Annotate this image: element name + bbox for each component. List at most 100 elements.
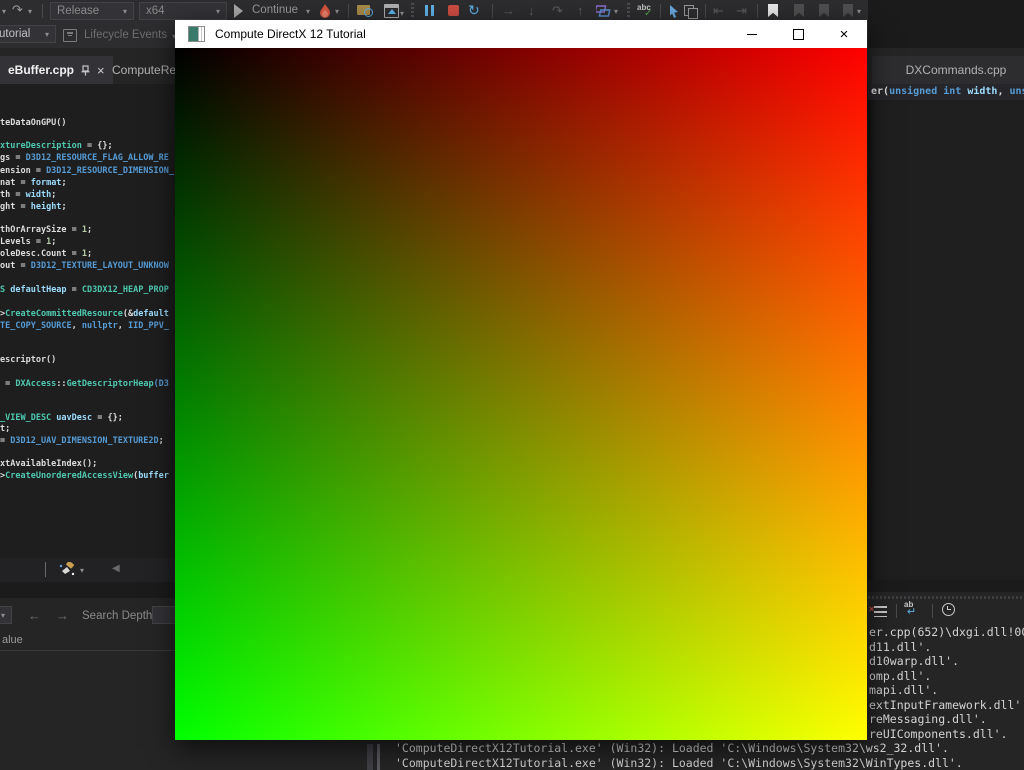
lifecycle-events-icon xyxy=(63,29,77,42)
continue-play-icon[interactable] xyxy=(234,4,243,18)
clear-x-icon: × xyxy=(869,604,874,614)
code-line: escriptor() xyxy=(0,355,56,365)
chevron-down-icon[interactable]: ▾ xyxy=(2,7,6,16)
minimize-button[interactable] xyxy=(729,20,775,48)
bookmark-previous-icon[interactable] xyxy=(794,4,804,17)
code-line: th = width; xyxy=(0,190,56,200)
chevron-down-icon[interactable]: ▾ xyxy=(857,7,861,16)
cursor-pointer-icon[interactable] xyxy=(668,4,680,19)
restart-icon[interactable]: ↻ xyxy=(468,2,480,19)
bookmark-clear-icon[interactable] xyxy=(843,4,853,17)
timestamp-clock-icon[interactable] xyxy=(942,603,955,616)
editor-canvas-left[interactable]: teDataOnGPU()xtureDescription = {};gs = … xyxy=(0,84,176,558)
code-line: TE_COPY_SOURCE, nullptr, IID_PPV_ xyxy=(0,321,169,331)
code-line: = DXAccess::GetDescriptorHeap(D3 xyxy=(0,379,169,389)
code-line: Levels = 1; xyxy=(0,237,56,247)
chevron-down-icon[interactable]: ▾ xyxy=(614,7,618,16)
close-button[interactable]: × xyxy=(821,20,867,48)
redo-icon[interactable]: ↷ xyxy=(12,3,23,16)
chevron-down-icon[interactable]: ▾ xyxy=(400,9,404,18)
vs-toolbar-main: ▾ ↷ ▾ Release▾ x64▾ Continue ▾ ▾ ▾ ↻ → xyxy=(0,0,868,22)
code-line: S defaultHeap = CD3DX12_HEAP_PROP xyxy=(0,285,169,295)
break-all-pause-icon[interactable] xyxy=(425,5,428,16)
tab-label: DXCommands.cpp xyxy=(906,63,1007,77)
code-line: _VIEW_DESC uavDesc = {}; xyxy=(0,413,123,423)
tab-dxcommands-cpp[interactable]: DXCommands.cpp xyxy=(872,56,1024,84)
drag-grip[interactable] xyxy=(860,596,1024,599)
code-line[interactable]: er(unsigned int width, unsigne xyxy=(871,86,1024,97)
show-next-statement-icon[interactable]: → xyxy=(502,4,515,17)
tab-label: ComputeRen xyxy=(112,63,183,77)
indent-increase-icon[interactable]: ⇥ xyxy=(736,4,747,17)
window-title: Compute DirectX 12 Tutorial xyxy=(215,27,366,41)
platform-combo[interactable]: x64▾ xyxy=(139,2,227,20)
value-column-header[interactable]: alue xyxy=(2,634,23,646)
maximize-button[interactable] xyxy=(775,20,821,48)
editor-canvas-right[interactable] xyxy=(868,100,1024,580)
code-line: oleDesc.Count = 1; xyxy=(0,249,92,259)
breakpoint-window-icon[interactable] xyxy=(384,4,399,18)
step-over-icon[interactable]: ↷ xyxy=(552,4,563,17)
code-line: ght = height; xyxy=(0,202,67,212)
release-combo[interactable]: Release▾ xyxy=(50,2,134,20)
scrollbar[interactable] xyxy=(367,744,373,770)
magnifier-icon xyxy=(364,8,373,17)
chevron-down-icon: ▾ xyxy=(123,7,127,16)
scroll-left-icon[interactable]: ◀ xyxy=(112,563,120,574)
tutorial-app-window[interactable]: Compute DirectX 12 Tutorial × xyxy=(175,20,867,740)
indent-decrease-icon[interactable]: ⇤ xyxy=(713,4,724,17)
window-titlebar[interactable]: Compute DirectX 12 Tutorial × xyxy=(175,20,867,48)
diagnostics-icon[interactable] xyxy=(596,4,611,18)
break-all-pause-icon[interactable] xyxy=(431,5,434,16)
code-line: out = D3D12_TEXTURE_LAYOUT_UNKNOW xyxy=(0,261,169,271)
chevron-down-icon: ▾ xyxy=(216,7,220,16)
app-icon xyxy=(188,26,205,42)
stop-debugging-icon[interactable] xyxy=(448,5,459,16)
code-line: ension = D3D12_RESOURCE_DIMENSION_ xyxy=(0,166,174,176)
output-log-line: mapi.dll'. xyxy=(869,683,938,697)
bookmark-toggle-icon[interactable] xyxy=(768,4,778,17)
chevron-down-icon: ▾ xyxy=(1,611,5,620)
search-depth-label: Search Depth: xyxy=(82,610,156,622)
hot-reload-flame-icon[interactable] xyxy=(318,3,332,19)
step-out-icon[interactable]: ↑ xyxy=(577,4,584,17)
editor-bottom-strip: ▾ ◀ xyxy=(0,558,176,582)
chevron-down-icon[interactable]: ▾ xyxy=(306,7,310,16)
code-line: gs = D3D12_RESOURCE_FLAG_ALLOW_RE xyxy=(0,153,169,163)
code-line: >CreateUnorderedAccessView(buffer xyxy=(0,471,169,481)
tab-ebuffer-cpp[interactable]: eBuffer.cpp × xyxy=(0,56,113,84)
watch-combo[interactable]: ▾ xyxy=(0,606,12,624)
code-line: thOrArraySize = 1; xyxy=(0,225,92,235)
back-arrow-icon[interactable]: ← xyxy=(28,608,41,623)
chevron-down-icon[interactable]: ▾ xyxy=(28,7,32,16)
pin-icon[interactable] xyxy=(81,65,90,76)
format-brush-icon[interactable] xyxy=(58,562,76,578)
home-icon xyxy=(388,9,396,14)
code-line: xtAvailableIndex(); xyxy=(0,459,97,469)
output-log-line: d11.dll'. xyxy=(869,640,931,654)
lifecycle-events-dropdown[interactable]: Lifecycle Events xyxy=(84,29,167,41)
output-log-line: reUIComponents.dll'. xyxy=(869,727,1007,741)
bookmark-next-icon[interactable] xyxy=(819,4,829,17)
code-line: = D3D12_UAV_DIMENSION_TEXTURE2D; xyxy=(0,436,164,446)
step-into-icon[interactable]: ↓ xyxy=(528,4,535,17)
clear-all-icon[interactable] xyxy=(874,606,887,617)
copy-icon xyxy=(688,8,698,19)
output-log-line: omp.dll'. xyxy=(869,669,931,683)
output-log-line: reMessaging.dll'. xyxy=(869,712,987,726)
continue-button[interactable]: Continue xyxy=(252,4,298,16)
code-line: teDataOnGPU() xyxy=(0,118,67,128)
chevron-down-icon: ▾ xyxy=(45,30,49,39)
tab-label: eBuffer.cpp xyxy=(8,63,74,77)
chevron-down-icon[interactable]: ▾ xyxy=(80,566,84,575)
code-line: t; xyxy=(0,424,10,434)
code-line: nat = format; xyxy=(0,178,67,188)
check-icon: ✓ xyxy=(644,8,652,19)
gradient-render-viewport[interactable] xyxy=(175,48,867,740)
editor-group-right: DXCommands.cpp er(unsigned int width, un… xyxy=(868,0,1024,592)
chevron-down-icon[interactable]: ▾ xyxy=(335,7,339,16)
vs-screen: ▾ ↷ ▾ Release▾ x64▾ Continue ▾ ▾ ▾ ↻ → xyxy=(0,0,1024,770)
output-log-line: er.cpp(652)\dxgi.dll!00 xyxy=(869,625,1024,639)
forward-arrow-icon[interactable]: → xyxy=(56,608,69,623)
startup-project-combo[interactable]: utorial▾ xyxy=(0,25,56,43)
